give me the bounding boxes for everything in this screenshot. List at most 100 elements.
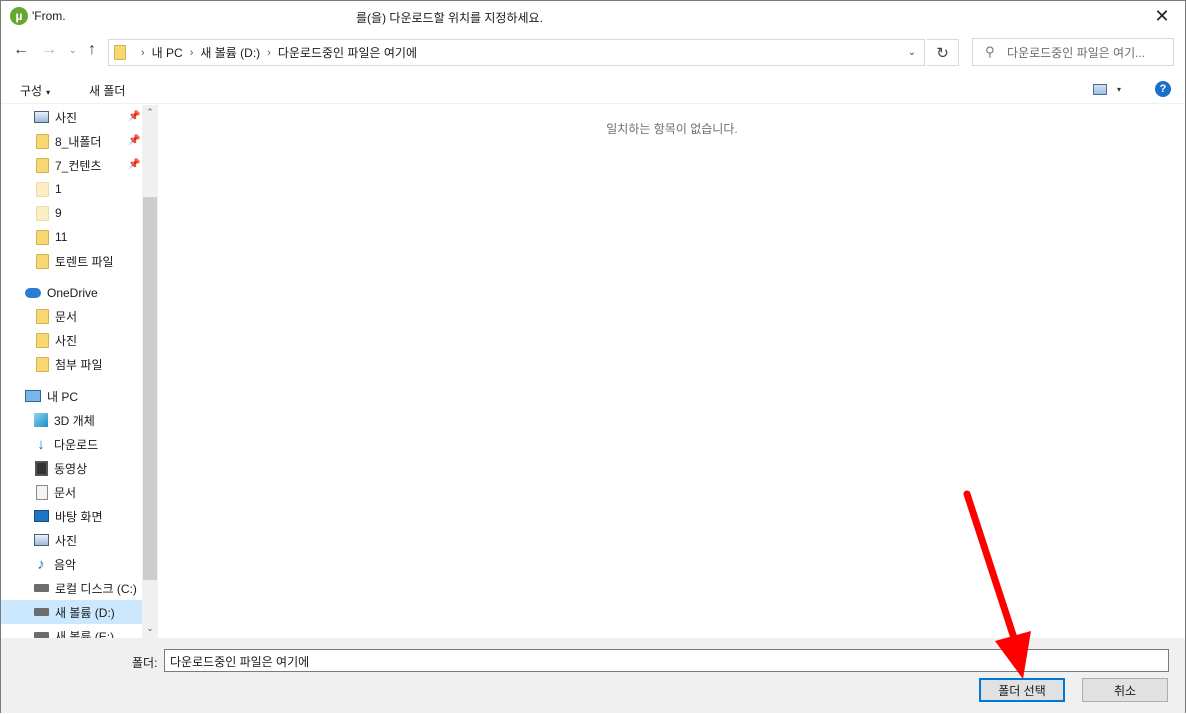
up-button[interactable]: ↑ xyxy=(88,41,96,59)
sidebar-item-volume-e[interactable]: 새 볼륨 (E:) xyxy=(1,624,142,638)
sidebar-item-torrent-files[interactable]: 토렌트 파일 xyxy=(1,249,142,273)
folder-icon xyxy=(36,356,49,372)
pictures-icon xyxy=(34,111,49,123)
cancel-button[interactable]: 취소 xyxy=(1082,678,1168,702)
command-toolbar: 구성 ▾ 새 폴더 ▾ xyxy=(1,74,1185,104)
scrollbar-thumb[interactable] xyxy=(143,197,157,580)
sidebar-item-label: 동영상 xyxy=(54,461,88,476)
sidebar-item-9[interactable]: 9 xyxy=(1,201,142,225)
folder-icon xyxy=(36,157,49,173)
onedrive-icon xyxy=(25,288,41,298)
forward-button[interactable]: → xyxy=(41,41,57,59)
address-dropdown-icon[interactable]: ⌄ xyxy=(900,40,924,65)
help-icon[interactable]: ? xyxy=(1155,81,1171,97)
sidebar-item-label: 첨부 파일 xyxy=(55,357,103,372)
sidebar-item-pictures[interactable]: 사진 xyxy=(1,528,142,552)
sidebar-item-volume-d[interactable]: 새 볼륨 (D:) xyxy=(1,600,142,624)
3d-objects-icon xyxy=(34,413,48,427)
search-placeholder: 다운로드중인 파일은 여기... xyxy=(1007,45,1146,60)
sidebar-item-label: 문서 xyxy=(54,485,77,500)
refresh-button[interactable]: ↻ xyxy=(927,39,959,66)
pin-icon[interactable]: 📌 xyxy=(128,111,140,122)
sidebar-item-desktop[interactable]: 바탕 화면 xyxy=(1,504,142,528)
refresh-icon: ↻ xyxy=(936,44,949,62)
window-title: 를(을) 다운로드할 위치를 지정하세요. xyxy=(356,11,543,25)
view-options-icon[interactable] xyxy=(1093,84,1107,95)
pc-icon xyxy=(25,390,41,402)
breadcrumb-volume-d[interactable]: 새 볼륨 (D:) xyxy=(200,44,260,61)
organize-menu-button[interactable]: 구성 ▾ xyxy=(20,82,50,99)
folder-picker-dialog: µ 'From. 를(을) 다운로드할 위치를 지정하세요. ✕ ← → ⌄ ↑… xyxy=(0,0,1186,713)
folder-icon xyxy=(36,253,49,269)
sidebar-item-label: 사진 xyxy=(55,110,78,125)
sidebar-item-1[interactable]: 1 xyxy=(1,177,142,201)
sidebar-item-documents[interactable]: 문서 xyxy=(1,480,142,504)
folder-icon xyxy=(114,45,126,60)
organize-label: 구성 xyxy=(20,84,43,98)
sidebar-item-label: 바탕 화면 xyxy=(55,509,103,524)
sidebar-item-this-pc[interactable]: 내 PC xyxy=(1,384,142,408)
navigation-pane[interactable]: 사진 📌 8_내폴더 📌 7_컨텐츠 📌 1 9 11 토렌트 파일 OneDr… xyxy=(1,105,158,638)
utorrent-icon: µ xyxy=(10,7,28,25)
sidebar-item-pictures-quick[interactable]: 사진 xyxy=(1,105,142,129)
folder-field-label: 폴더: xyxy=(132,656,158,670)
sidebar-item-7-contents[interactable]: 7_컨텐츠 xyxy=(1,153,142,177)
sidebar-item-label: 문서 xyxy=(55,309,78,324)
sidebar-item-label: 토렌트 파일 xyxy=(55,254,114,269)
close-icon: ✕ xyxy=(1154,6,1170,26)
sidebar-item-3d-objects[interactable]: 3D 개체 xyxy=(1,408,142,432)
chevron-right-icon: › xyxy=(141,46,145,59)
search-icon: ⚲ xyxy=(985,44,995,59)
downloads-icon: ↓ xyxy=(37,435,45,453)
file-list-view[interactable]: 일치하는 항목이 없습니다. xyxy=(159,105,1185,638)
recent-locations-chevron-icon[interactable]: ⌄ xyxy=(69,45,77,56)
chevron-right-icon[interactable]: › xyxy=(190,47,194,59)
drive-icon xyxy=(34,608,49,616)
sidebar-item-videos[interactable]: 동영상 xyxy=(1,456,142,480)
title-bar: µ 'From. 를(을) 다운로드할 위치를 지정하세요. ✕ xyxy=(1,1,1185,32)
sidebar-item-label: 사진 xyxy=(55,333,78,348)
sidebar-item-label: 다운로드 xyxy=(54,437,99,452)
sidebar-item-label: 8_내폴더 xyxy=(55,134,102,149)
scroll-up-icon[interactable]: ⌃ xyxy=(142,107,158,118)
address-bar[interactable]: › 내 PC › 새 볼륨 (D:) › 다운로드중인 파일은 여기에 ⌄ xyxy=(108,39,925,66)
folder-icon xyxy=(36,181,49,197)
sidebar-item-label: 로컬 디스크 (C:) xyxy=(55,581,137,596)
folder-icon xyxy=(36,229,49,245)
pictures-icon xyxy=(34,534,49,546)
new-folder-button[interactable]: 새 폴더 xyxy=(89,82,125,99)
close-button[interactable]: ✕ xyxy=(1139,1,1185,32)
chevron-down-icon: ▾ xyxy=(46,88,51,97)
folder-icon xyxy=(36,332,49,348)
sidebar-item-onedrive-pictures[interactable]: 사진 xyxy=(1,328,142,352)
sidebar-item-11[interactable]: 11 xyxy=(1,225,142,249)
sidebar-item-label: 1 xyxy=(55,182,62,196)
pin-icon[interactable]: 📌 xyxy=(128,135,140,146)
chevron-down-icon[interactable]: ▾ xyxy=(1117,85,1121,94)
folder-icon xyxy=(36,205,49,221)
sidebar-item-attachments[interactable]: 첨부 파일 xyxy=(1,352,142,376)
documents-icon xyxy=(36,484,48,500)
music-icon: ♪ xyxy=(37,555,45,573)
back-button[interactable]: ← xyxy=(13,41,29,59)
search-input[interactable]: ⚲ 다운로드중인 파일은 여기... xyxy=(972,38,1174,66)
sidebar-scrollbar[interactable]: ⌃ ⌄ xyxy=(142,105,158,638)
sidebar-item-downloads[interactable]: ↓ 다운로드 xyxy=(1,432,142,456)
sidebar-item-label: 11 xyxy=(55,230,68,244)
pin-icon[interactable]: 📌 xyxy=(128,159,140,170)
desktop-icon xyxy=(34,510,49,522)
sidebar-item-8-my-folder[interactable]: 8_내폴더 xyxy=(1,129,142,153)
window-title-prefix: 'From. xyxy=(32,9,66,23)
breadcrumb-this-pc[interactable]: 내 PC xyxy=(152,44,183,61)
sidebar-item-music[interactable]: ♪ 음악 xyxy=(1,552,142,576)
folder-icon xyxy=(36,308,49,324)
scroll-down-icon[interactable]: ⌄ xyxy=(142,623,158,634)
folder-name-input[interactable]: 다운로드중인 파일은 여기에 xyxy=(164,649,1169,672)
breadcrumb-current-folder[interactable]: 다운로드중인 파일은 여기에 xyxy=(278,44,417,61)
sidebar-item-onedrive[interactable]: OneDrive xyxy=(1,281,142,305)
sidebar-item-onedrive-documents[interactable]: 문서 xyxy=(1,304,142,328)
chevron-right-icon[interactable]: › xyxy=(267,47,271,59)
sidebar-item-local-disk-c[interactable]: 로컬 디스크 (C:) xyxy=(1,576,142,600)
select-folder-button[interactable]: 폴더 선택 xyxy=(979,678,1065,702)
dialog-footer: 폴더: 다운로드중인 파일은 여기에 폴더 선택 취소 xyxy=(1,638,1185,713)
